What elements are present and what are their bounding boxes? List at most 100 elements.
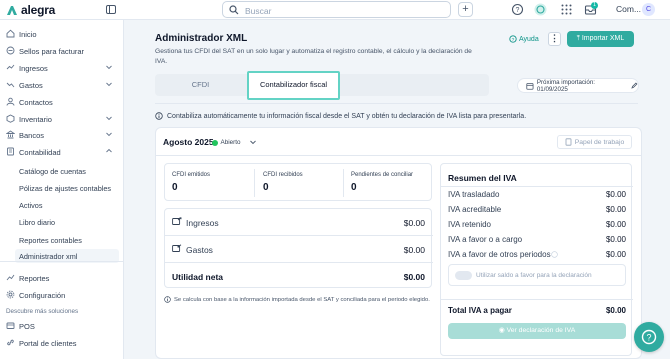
view-iva-declaration-label: Ver declaración de IVA [506,327,576,334]
income-doc-icon [172,217,182,225]
notification-badge: 1 [591,2,598,9]
view-iva-declaration-button[interactable]: ◉ Ver declaración de IVA [448,323,626,339]
sidebar-item-inventario[interactable]: Inventario [0,111,124,126]
help-chat-button[interactable]: ? [634,322,664,352]
sidebar-item-bancos[interactable]: Bancos [0,127,124,142]
company-selector[interactable]: Com... [616,4,641,14]
chevron-up-icon [106,148,112,153]
net-profit-row: Utilidad neta $0.00 [165,263,433,289]
avatar[interactable]: C [642,3,655,16]
import-xml-button[interactable]: ⤒ Importar XML [567,31,634,47]
iva-row-retenido: IVA retenido $0.00 [448,220,626,232]
more-options-button[interactable]: ⋮ [548,32,561,46]
chevron-down-icon [106,132,112,137]
chevron-down-icon [106,82,112,87]
info-banner: Contabiliza automáticamente tu informaci… [155,112,526,120]
apps-grid-icon[interactable] [560,3,573,16]
chevron-down-icon[interactable] [249,138,257,146]
sidebar-item-portal-clientes[interactable]: Portal de clientes [0,335,124,350]
quick-add-button[interactable]: + [458,2,473,17]
sidebar-item-configuracion[interactable]: Configuración [0,287,124,302]
info-icon[interactable] [551,251,558,258]
iva-row-favor-cargo: IVA a favor o a cargo $0.00 [448,235,626,247]
sidebar-item-contabilidad[interactable]: Contabilidad [0,144,124,159]
sidebar-item-inicio[interactable]: Inicio [0,26,124,41]
info-icon [155,112,163,120]
stat-label: Pendientes de conciliar [351,172,414,178]
iva-row-label: IVA a favor de otros periodos [448,250,551,259]
sidebar-item-label: Configuración [19,290,66,300]
sidebar-item-label: Sellos para facturar [19,46,85,56]
help-circle-icon[interactable]: ? [511,3,524,16]
sidebar-item-gastos[interactable]: Gastos [0,77,124,92]
sidebar-item-label: Ingresos [19,63,48,73]
sidebar-subitem-polizas[interactable]: Pólizas de ajustes contables [19,184,111,193]
help-link[interactable]: ? Ayuda [509,35,539,43]
help-circle-icon: ? [509,35,517,43]
iva-divider [441,299,633,300]
search-input[interactable]: Buscar [222,1,451,18]
sidebar-toggle-icon[interactable] [106,5,116,14]
sidebar-item-label: Gastos [19,80,43,90]
worksheet-button[interactable]: Papel de trabajo [557,135,632,149]
sidebar-section-title: Descubre más soluciones [6,308,79,315]
panel-divider [156,155,641,156]
help-circle-icon: ? [641,329,657,345]
svg-text:?: ? [516,7,520,14]
stat-label: CFDI recibidos [263,172,303,178]
tab-contabilizador-fiscal[interactable]: Contabilizador fiscal [247,71,340,100]
next-import-pill[interactable]: Próxima importación: 01/09/2025 [517,78,639,93]
expenses-row[interactable]: Gastos $0.00 [165,236,433,262]
stat-cfdi-recibidos: CFDI recibidos 0 [256,164,345,202]
alegra-logo[interactable]: alegra [6,3,55,17]
sidebar-item-pos[interactable]: POS [0,318,124,333]
net-profit-label: Utilidad neta [172,272,224,282]
assistant-icon[interactable] [534,3,547,16]
stat-value: 0 [172,182,178,193]
contacts-icon [6,97,15,106]
import-xml-label: Importar XML [581,35,625,42]
sidebar-item-label: Contactos [19,97,53,107]
sidebar-subitem-libro-diario[interactable]: Libro diario [19,218,55,227]
income-icon [6,64,15,70]
income-value: $0.00 [403,218,425,228]
next-import-label: Próxima importación: 01/09/2025 [536,78,595,93]
accounting-icon [7,147,14,156]
sidebar-subitem-catalogo[interactable]: Catálogo de cuentas [19,167,86,176]
stat-value: 0 [263,182,269,193]
section-divider [155,103,638,104]
sidebar-item-sellos[interactable]: Sellos para facturar [0,43,124,58]
iva-row-value: $0.00 [605,250,626,259]
sidebar-subitem-activos[interactable]: Activos [19,201,43,210]
reports-icon [6,274,15,281]
use-balance-label: Utilizar saldo a favor para la declaraci… [476,272,592,279]
cfdi-stats-card: CFDI emitidos 0 CFDI recibidos 0 Pendien… [164,163,432,201]
iva-row-trasladado: IVA trasladado $0.00 [448,190,626,202]
stat-label: CFDI emitidos [172,172,211,178]
sidebar-item-label: Reportes [19,273,50,283]
iva-total-label: Total IVA a pagar [448,306,512,315]
sidebar-item-ingresos[interactable]: Ingresos [0,60,124,75]
bank-icon [6,130,15,139]
worksheet-label: Papel de trabajo [574,138,625,146]
sidebar-item-label: Portal de clientes [19,338,77,348]
info-text: Contabiliza automáticamente tu informaci… [167,112,527,120]
net-profit-value: $0.00 [403,272,425,282]
income-row[interactable]: Ingresos $0.00 [165,209,433,235]
expenses-doc-icon [172,244,182,252]
sidebar-item-contactos[interactable]: Contactos [0,94,124,109]
sidebar-subitem-reportes-contables[interactable]: Reportes contables [19,236,82,245]
tab-cfdi[interactable]: CFDI [155,74,246,96]
sidebar-item-reportes[interactable]: Reportes [0,270,124,285]
iva-row-label: IVA a favor o a cargo [448,235,523,244]
sidebar-item-label: POS [19,321,35,331]
iva-summary-card: Resumen del IVA IVA trasladado $0.00 IVA… [440,163,633,356]
sidebar-item-label: Inicio [19,29,37,39]
search-icon [229,5,239,15]
svg-text:?: ? [646,332,651,342]
footnote-text: Se calcula con base a la información imp… [174,296,430,303]
period-label[interactable]: Agosto 2025 [163,137,214,147]
use-balance-toggle[interactable] [455,271,472,280]
stat-divider [254,169,255,197]
document-icon [565,138,572,146]
